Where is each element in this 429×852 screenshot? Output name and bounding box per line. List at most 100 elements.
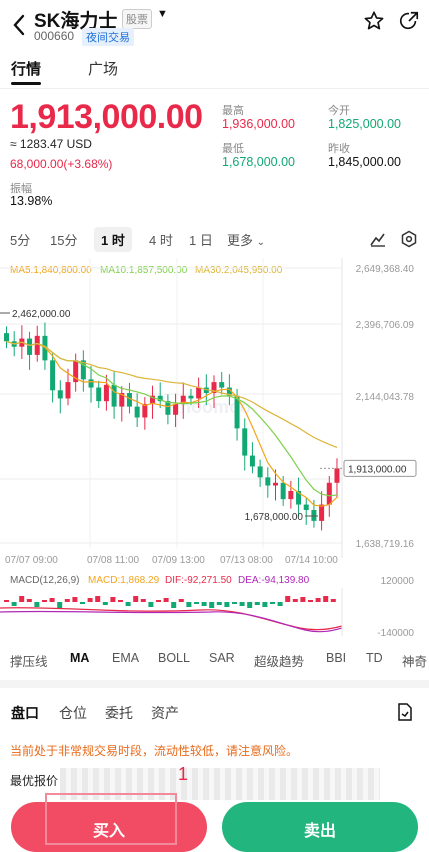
y-tick-label: 1,638,719.16: [356, 539, 415, 550]
candle-body: [27, 338, 33, 355]
period-1h[interactable]: 1 时: [94, 227, 132, 252]
high-marker-label: 2,462,000.00: [12, 309, 71, 320]
ma5-line: [6, 340, 338, 507]
candle-body: [188, 395, 194, 399]
period-4h[interactable]: 4 时: [149, 230, 173, 249]
period-1d[interactable]: 1 日: [189, 230, 213, 249]
candle-body: [249, 455, 255, 467]
indicator-supertrend[interactable]: 超级趋势: [254, 651, 304, 670]
indicator-magic[interactable]: 神奇: [402, 651, 427, 670]
last-price-label: 1,913,000.00: [348, 464, 407, 475]
candle-body: [88, 379, 94, 388]
macd-bar: [80, 602, 85, 604]
candle-body: [173, 403, 179, 415]
period-5min[interactable]: 5分: [10, 230, 30, 249]
tab-orderbook[interactable]: 盘口: [11, 703, 39, 723]
macd-bar: [285, 596, 291, 602]
tab-assets[interactable]: 资产: [151, 703, 179, 723]
session-badge: 夜间交易: [82, 28, 134, 46]
candle-body: [4, 333, 9, 342]
macd-bar: [148, 602, 154, 607]
indicator-bbi[interactable]: BBI: [326, 651, 346, 665]
price-change: 68,000.00(+3.68%): [10, 157, 113, 171]
candle-body: [257, 466, 263, 478]
indicator-ema[interactable]: EMA: [112, 651, 139, 665]
amplitude-value: 13.98%: [10, 194, 53, 208]
macd-bar: [323, 596, 329, 602]
macd-bar: [224, 602, 230, 607]
macd-bar: [209, 602, 215, 608]
period-15min[interactable]: 15分: [50, 230, 77, 249]
back-arrow-icon[interactable]: [8, 10, 32, 40]
candlestick-chart[interactable]: 2,649,368.40 2,396,706.09 2,144,043.78 1,63…: [0, 258, 429, 568]
open-label: 今开: [328, 105, 350, 117]
indicator-td[interactable]: TD: [366, 651, 383, 665]
candle-body: [288, 490, 294, 500]
macd-bar: [125, 602, 131, 606]
low-label: 最低: [222, 143, 244, 155]
candle-body: [196, 387, 202, 399]
y-tick-label: 2,649,368.40: [356, 264, 415, 275]
divider: [0, 88, 429, 89]
tab-market[interactable]: 行情: [11, 58, 41, 79]
stock-code: 000660: [34, 29, 75, 43]
tab-position[interactable]: 仓位: [59, 703, 87, 723]
indicator-sar[interactable]: SAR: [209, 651, 235, 665]
tab-orders[interactable]: 委托: [105, 703, 133, 723]
macd-bar: [216, 602, 222, 605]
macd-bar: [277, 602, 283, 606]
indicator-boll[interactable]: BOLL: [158, 651, 190, 665]
ma10-line: [6, 340, 338, 497]
macd-bar: [308, 600, 313, 602]
dif-value: DIF:-92,271.50: [165, 575, 232, 586]
tab-square[interactable]: 广场: [88, 58, 118, 79]
period-more[interactable]: 更多 ⌄: [227, 230, 265, 249]
macd-bar: [178, 599, 184, 602]
macd-bar: [156, 600, 161, 602]
macd-bar: [110, 597, 116, 602]
candle-body: [126, 392, 132, 407]
indicator-ma[interactable]: MA: [70, 651, 89, 665]
macd-bar: [140, 599, 146, 602]
indicator-support-resistance[interactable]: 撑压线: [10, 651, 48, 670]
indicator-settings-icon[interactable]: [369, 230, 387, 248]
dea-value: DEA:-94,139.80: [238, 575, 310, 586]
macd-bar: [232, 602, 237, 604]
macd-bar: [270, 602, 275, 604]
share-icon[interactable]: [398, 10, 420, 32]
period-more-label: 更多: [227, 233, 254, 248]
last-price: 1,913,000.00: [10, 98, 203, 136]
y-tick-label: 2,396,706.09: [356, 320, 415, 331]
macd-bar: [262, 602, 268, 607]
document-icon[interactable]: [397, 703, 413, 721]
candle-body: [311, 509, 317, 521]
macd-bar: [315, 598, 321, 602]
macd-bar: [57, 602, 63, 608]
x-tick-label: 07/09 13:00: [152, 555, 205, 566]
chevron-down-icon[interactable]: ▼: [157, 8, 168, 20]
macd-bar: [34, 602, 40, 607]
annotation-number: 1: [178, 764, 189, 784]
macd-bar: [118, 600, 123, 602]
low-marker-label: 1,678,000.00: [245, 512, 304, 523]
macd-bar: [87, 598, 93, 602]
candle-body: [303, 504, 309, 510]
x-tick-label: 07/07 09:00: [5, 555, 58, 566]
high-label: 最高: [222, 105, 244, 117]
macd-params: MACD(12,26,9): [10, 575, 80, 586]
high-value: 1,936,000.00: [222, 117, 295, 131]
prev-close-value: 1,845,000.00: [328, 155, 401, 169]
star-icon[interactable]: [363, 10, 385, 32]
candle-body: [265, 477, 271, 486]
y-tick-label: 2,144,043.78: [356, 392, 415, 403]
macd-bar: [4, 600, 9, 602]
candle-body: [57, 390, 63, 399]
candle-body: [272, 482, 278, 486]
candle-body: [50, 360, 56, 391]
macd-chart: 120000 -140000: [0, 576, 414, 639]
settings-icon[interactable]: [400, 230, 418, 248]
best-quote-label: 最优报价: [10, 774, 59, 788]
macd-bar: [26, 599, 32, 602]
x-tick-label: 07/14 10:00: [285, 555, 338, 566]
candle-body: [103, 384, 109, 402]
